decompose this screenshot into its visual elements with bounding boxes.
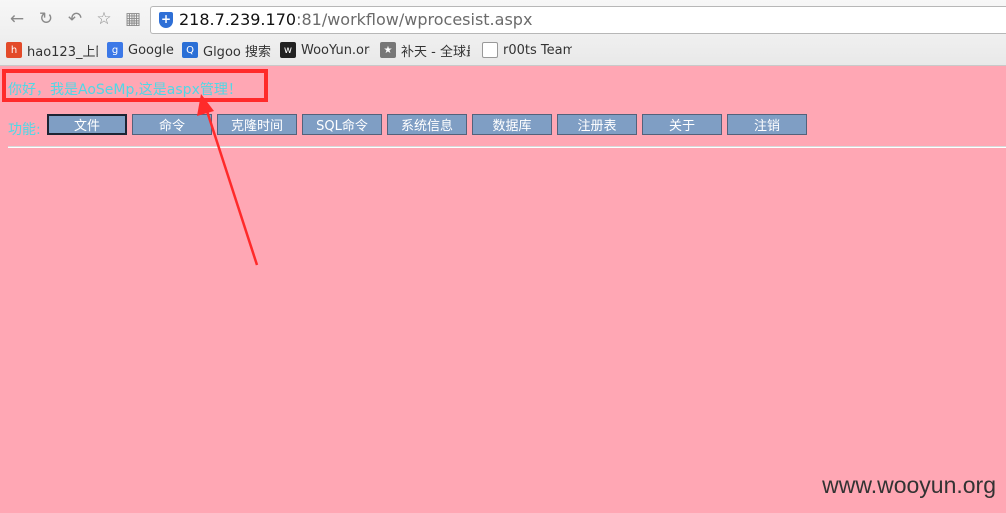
watermark: www.wooyun.org [822, 472, 996, 498]
arrow-shaft [204, 107, 259, 266]
arrow-head [197, 94, 214, 116]
annotation-arrow [197, 94, 259, 266]
